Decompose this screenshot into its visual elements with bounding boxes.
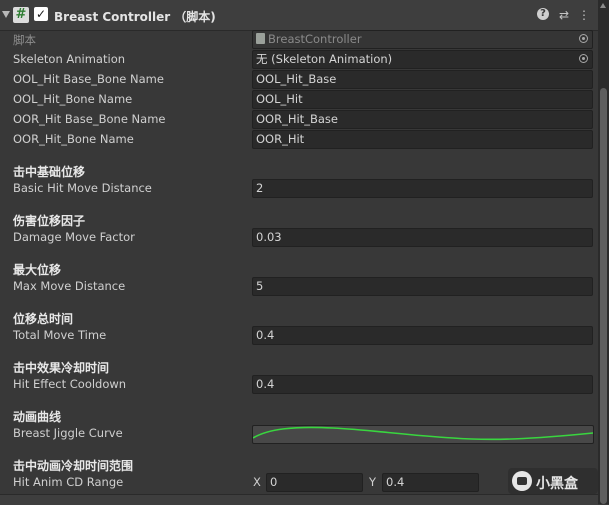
total-move-time-input[interactable]: 0.4	[252, 326, 593, 345]
section-header: 击中动画冷却时间范围	[13, 459, 134, 473]
help-icon[interactable]: ?	[537, 8, 549, 20]
sliders-icon[interactable]: ⇄	[557, 8, 571, 22]
bone-name-input[interactable]: OOR_Hit_Base	[252, 110, 593, 129]
hit-effect-cooldown-input[interactable]: 0.4	[252, 375, 593, 394]
script-label: 脚本	[13, 33, 36, 47]
range-y-input[interactable]: 0.4	[382, 473, 479, 492]
watermark: 小黑盒	[508, 468, 598, 494]
section-header: 动画曲线	[13, 410, 62, 424]
range-x-input[interactable]: 0	[266, 473, 363, 492]
breast-jiggle-curve-field[interactable]	[252, 425, 594, 444]
section-header: 最大位移	[13, 263, 62, 277]
bone-name-input[interactable]: OOR_Hit	[252, 130, 593, 149]
vertical-scrollbar[interactable]	[598, 0, 609, 504]
y-axis-label: Y	[369, 475, 377, 489]
field-label: Max Move Distance	[13, 279, 126, 293]
object-picker-icon	[579, 34, 588, 43]
damage-move-factor-input[interactable]: 0.03	[252, 228, 593, 247]
component-title: Breast Controller （脚本)	[54, 10, 216, 24]
curve-line	[253, 426, 593, 441]
basic-hit-move-distance-input[interactable]: 2	[252, 179, 593, 198]
field-label: Hit Anim CD Range	[13, 475, 124, 489]
heybox-logo-icon	[512, 471, 532, 491]
scroll-up-arrow-icon[interactable]	[600, 3, 606, 8]
section-header: 伤害位移因子	[13, 214, 86, 228]
bone-label: OOR_Hit Base_Bone Name	[13, 112, 166, 126]
skeleton-animation-value: 无 (Skeleton Animation)	[256, 52, 393, 66]
field-label: Breast Jiggle Curve	[13, 426, 123, 440]
object-picker-icon[interactable]	[579, 54, 588, 63]
skeleton-animation-label: Skeleton Animation	[13, 52, 126, 66]
field-label: Hit Effect Cooldown	[13, 377, 127, 391]
field-label: Damage Move Factor	[13, 230, 135, 244]
skeleton-animation-field[interactable]: 无 (Skeleton Animation)	[252, 50, 593, 69]
watermark-text: 小黑盒	[536, 476, 578, 492]
bone-label: OOL_Hit_Bone Name	[13, 92, 133, 106]
next-component-header	[0, 494, 598, 505]
scrollbar-thumb[interactable]	[600, 88, 607, 504]
bone-name-input[interactable]: OOL_Hit	[252, 90, 593, 109]
curve-graph	[253, 426, 593, 441]
bone-label: OOL_Hit Base_Bone Name	[13, 72, 164, 86]
bone-name-input[interactable]: OOL_Hit_Base	[252, 70, 593, 89]
section-header: 位移总时间	[13, 312, 74, 326]
script-field: BreastController	[252, 30, 593, 49]
enabled-checkbox[interactable]: ✓	[34, 7, 48, 21]
bone-label: OOR_Hit_Bone Name	[13, 132, 134, 146]
max-move-distance-input[interactable]: 5	[252, 277, 593, 296]
x-axis-label: X	[253, 475, 261, 489]
foldout-arrow-icon[interactable]	[2, 11, 10, 18]
section-header: 击中效果冷却时间	[13, 361, 110, 375]
kebab-menu-icon[interactable]: ⋮	[577, 8, 591, 22]
script-asset-icon	[256, 33, 265, 44]
script-icon: #	[13, 7, 29, 23]
script-value: BreastController	[268, 32, 362, 46]
section-header: 击中基础位移	[13, 165, 86, 179]
component-header: # ✓ Breast Controller （脚本) ? ⇄ ⋮	[0, 0, 598, 31]
field-label: Basic Hit Move Distance	[13, 181, 152, 195]
field-label: Total Move Time	[13, 328, 107, 342]
